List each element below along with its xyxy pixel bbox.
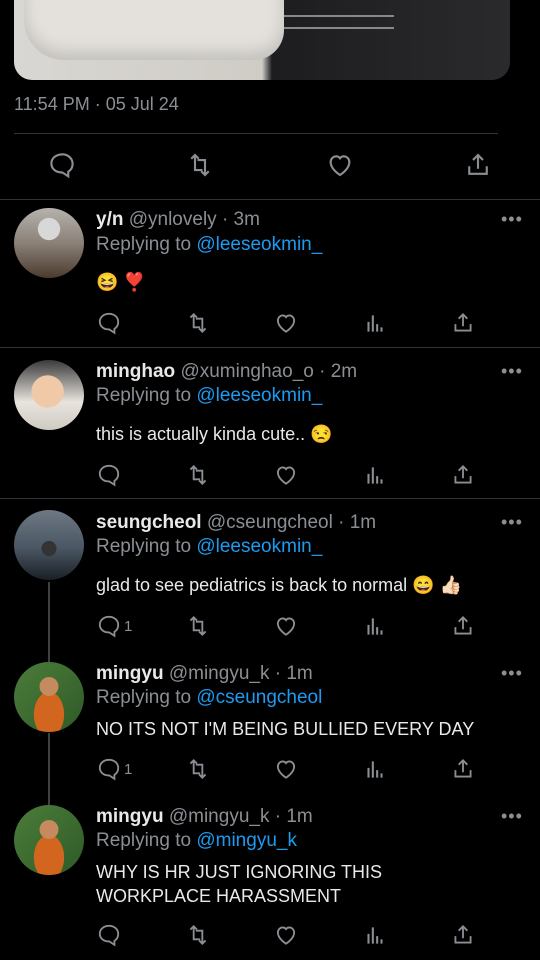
display-name[interactable]: mingyu <box>96 806 164 827</box>
reply-icon[interactable] <box>96 613 122 639</box>
share-icon[interactable] <box>450 756 476 782</box>
reply-icon[interactable] <box>96 922 122 948</box>
share-icon[interactable] <box>450 310 476 336</box>
mention-link[interactable]: @mingyu_k <box>196 830 297 851</box>
replying-to: Replying to @leeseokmin_ <box>96 385 322 407</box>
retweet-icon[interactable] <box>185 310 211 336</box>
post-time: · 1m <box>274 663 313 684</box>
reply-icon[interactable] <box>47 150 77 180</box>
reply-action-bar <box>0 922 540 952</box>
reply-header: y/n @ynlovely · 3m <box>96 209 260 231</box>
like-icon[interactable] <box>273 462 299 488</box>
replying-label: Replying to <box>96 234 192 255</box>
avatar[interactable] <box>14 805 84 875</box>
user-handle[interactable]: @mingyu_k <box>169 663 270 684</box>
replying-to: Replying to @leeseokmin_ <box>96 536 322 558</box>
user-handle[interactable]: @cseungcheol <box>207 512 333 533</box>
retweet-icon[interactable] <box>185 613 211 639</box>
retweet-icon[interactable] <box>185 150 215 180</box>
replying-label: Replying to <box>96 687 192 708</box>
main-action-bar <box>0 150 540 184</box>
reply-text: this is actually kinda cute.. 😒 <box>96 424 333 444</box>
reply-icon[interactable] <box>96 310 122 336</box>
analytics-icon[interactable] <box>362 756 388 782</box>
reply-action-bar <box>0 462 540 492</box>
reply-text: WHY IS HR JUST IGNORING THIS WORKPLACE H… <box>96 862 383 906</box>
divider <box>0 199 540 200</box>
post-time: · 1m <box>338 512 377 533</box>
mention-link[interactable]: @leeseokmin_ <box>196 234 322 255</box>
reply-action-bar <box>0 310 540 340</box>
sign-image-area <box>284 15 394 29</box>
reply-header: minghao @xuminghao_o · 2m <box>96 361 357 383</box>
reply-action-bar: 1 <box>0 756 540 786</box>
display-name[interactable]: minghao <box>96 361 175 382</box>
like-icon[interactable] <box>273 310 299 336</box>
share-icon[interactable] <box>450 613 476 639</box>
like-icon[interactable] <box>273 613 299 639</box>
user-handle[interactable]: @ynlovely <box>129 209 217 230</box>
replying-label: Replying to <box>96 385 192 406</box>
retweet-icon[interactable] <box>185 922 211 948</box>
reply-icon[interactable] <box>96 756 122 782</box>
user-handle[interactable]: @xuminghao_o <box>180 361 313 382</box>
divider <box>0 498 540 499</box>
divider <box>14 133 498 134</box>
more-options-icon[interactable]: ••• <box>501 210 522 228</box>
tweet-timestamp: 11:54 PM · 05 Jul 24 <box>14 94 179 114</box>
analytics-icon[interactable] <box>362 310 388 336</box>
analytics-icon[interactable] <box>362 613 388 639</box>
reply-icon[interactable] <box>96 462 122 488</box>
like-icon[interactable] <box>273 922 299 948</box>
analytics-icon[interactable] <box>362 462 388 488</box>
reply-text: glad to see pediatrics is back to normal… <box>96 575 462 595</box>
analytics-icon[interactable] <box>362 922 388 948</box>
avatar[interactable] <box>14 662 84 732</box>
divider <box>0 347 540 348</box>
reply-action-bar: 1 <box>0 613 540 643</box>
more-options-icon[interactable]: ••• <box>501 513 522 531</box>
avatar[interactable] <box>14 360 84 430</box>
like-icon[interactable] <box>325 150 355 180</box>
tweet-media-image[interactable] <box>14 0 510 80</box>
share-icon[interactable] <box>463 150 493 180</box>
retweet-icon[interactable] <box>185 756 211 782</box>
post-time: · 1m <box>274 806 313 827</box>
display-name[interactable]: mingyu <box>96 663 164 684</box>
user-handle[interactable]: @mingyu_k <box>169 806 270 827</box>
display-name[interactable]: seungcheol <box>96 512 202 533</box>
mention-link[interactable]: @cseungcheol <box>196 687 322 708</box>
reply-count: 1 <box>124 761 133 778</box>
reply-text: 😆 ❣️ <box>96 272 146 292</box>
display-name[interactable]: y/n <box>96 209 123 230</box>
reply-text: NO ITS NOT I'M BEING BULLIED EVERY DAY <box>96 719 475 739</box>
mention-link[interactable]: @leeseokmin_ <box>196 385 322 406</box>
share-icon[interactable] <box>450 922 476 948</box>
post-time: · 3m <box>221 209 260 230</box>
more-options-icon[interactable]: ••• <box>501 362 522 380</box>
replying-to: Replying to @cseungcheol <box>96 687 322 709</box>
retweet-icon[interactable] <box>185 462 211 488</box>
more-options-icon[interactable]: ••• <box>501 807 522 825</box>
reply-count: 1 <box>124 618 133 635</box>
replying-to: Replying to @mingyu_k <box>96 830 297 852</box>
mention-link[interactable]: @leeseokmin_ <box>196 536 322 557</box>
reply-header: mingyu @mingyu_k · 1m <box>96 663 313 685</box>
replying-label: Replying to <box>96 536 192 557</box>
share-icon[interactable] <box>450 462 476 488</box>
replying-to: Replying to @leeseokmin_ <box>96 234 322 256</box>
replying-label: Replying to <box>96 830 192 851</box>
reply-header: seungcheol @cseungcheol · 1m <box>96 512 376 534</box>
cap-image-area <box>24 0 284 60</box>
avatar[interactable] <box>14 510 84 580</box>
more-options-icon[interactable]: ••• <box>501 664 522 682</box>
post-time: · 2m <box>319 361 358 382</box>
like-icon[interactable] <box>273 756 299 782</box>
reply-header: mingyu @mingyu_k · 1m <box>96 806 313 828</box>
avatar[interactable] <box>14 208 84 278</box>
